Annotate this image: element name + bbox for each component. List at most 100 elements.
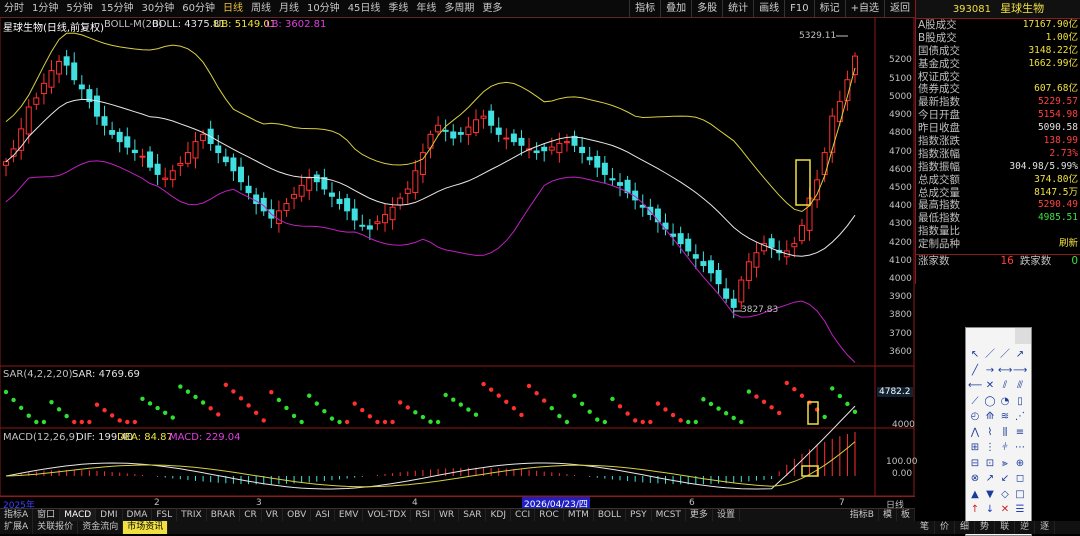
draw-tool-icon[interactable]: ◇ — [998, 488, 1012, 501]
period-2[interactable]: 5分钟 — [62, 0, 96, 17]
draw-tool-icon[interactable]: ✕ — [983, 379, 997, 392]
draw-tool-icon[interactable]: ⟋ — [968, 395, 982, 408]
period-14[interactable]: 更多 — [478, 0, 506, 17]
candle-body — [723, 288, 730, 299]
sar-dot — [526, 383, 532, 389]
sar-dot — [102, 407, 107, 413]
period-5[interactable]: 60分钟 — [178, 0, 219, 17]
period-6[interactable]: 日线 — [219, 0, 247, 17]
detail-tab-0[interactable]: 笔 — [915, 521, 936, 534]
toolbar-button-6[interactable]: 标记 — [813, 0, 845, 17]
draw-tool-icon[interactable]: □ — [1013, 488, 1027, 501]
draw-tool-icon[interactable]: ⟶ — [1013, 364, 1027, 377]
draw-tool-icon[interactable]: ▯ — [1013, 395, 1027, 408]
draw-tool-icon[interactable]: ☰ — [1013, 503, 1027, 516]
draw-tool-icon[interactable]: ╱ — [968, 364, 982, 377]
detail-tab-6[interactable]: 逐 — [1035, 521, 1056, 534]
draw-tool-icon[interactable]: ⋰ — [1013, 410, 1027, 423]
period-1[interactable]: 1分钟 — [28, 0, 62, 17]
period-7[interactable]: 周线 — [247, 0, 275, 17]
detail-tab-2[interactable]: 细 — [955, 521, 976, 534]
period-10[interactable]: 45日线 — [344, 0, 385, 17]
period-12[interactable]: 年线 — [412, 0, 440, 17]
draw-tool-icon[interactable]: ／ — [998, 348, 1012, 361]
draw-tool-icon[interactable]: ↖ — [968, 348, 982, 361]
bottom-tab-3[interactable]: 市场资讯 — [123, 521, 169, 534]
toolbar-button-1[interactable]: 叠加 — [660, 0, 691, 17]
bottom-tab-2[interactable]: 资金流向 — [78, 521, 124, 534]
period-3[interactable]: 15分钟 — [97, 0, 138, 17]
draw-tool-icon[interactable]: ⋮ — [983, 441, 997, 454]
draw-tool-icon[interactable]: ↗ — [1013, 348, 1027, 361]
quote-row: 今日开盘 5154.98 — [916, 109, 1080, 122]
draw-tool-icon[interactable]: ≋ — [998, 410, 1012, 423]
toolbar-button-0[interactable]: 指标 — [629, 0, 660, 17]
draw-tool-icon[interactable]: ↑ — [968, 503, 982, 516]
toolbar-button-7[interactable]: +自选 — [844, 0, 884, 17]
candle-body — [3, 161, 9, 166]
period-11[interactable]: 季线 — [384, 0, 412, 17]
draw-tool-icon[interactable]: ⫽ — [998, 379, 1012, 392]
draw-tool-icon[interactable]: ⊟ — [968, 457, 982, 470]
toolbar-button-8[interactable]: 返回 — [884, 0, 915, 17]
draw-tool-icon[interactable]: ▲ — [968, 488, 982, 501]
sar-dot — [519, 412, 524, 418]
toolbar-button-4[interactable]: 画线 — [753, 0, 784, 17]
period-0[interactable]: 分时 — [0, 0, 28, 17]
draw-tool-icon[interactable]: ⋯ — [1013, 441, 1027, 454]
draw-tool-icon[interactable]: ⟵ — [968, 379, 982, 392]
draw-tool-icon[interactable]: ⫻ — [1013, 379, 1027, 392]
draw-tool-icon[interactable]: ⟷ — [998, 364, 1012, 377]
draw-tool-icon[interactable]: ⫩ — [998, 441, 1012, 454]
candle-body — [184, 152, 191, 164]
bottom-tab-1[interactable]: 关联报价 — [33, 521, 79, 534]
quote-value: 4985.51 — [1037, 212, 1078, 224]
quote-key: 今日开盘 — [918, 109, 960, 122]
draw-tool-icon[interactable]: ▼ — [983, 488, 997, 501]
detail-tab-4[interactable]: 联 — [995, 521, 1016, 534]
draw-tool-icon[interactable]: ⊡ — [983, 457, 997, 470]
palette-close-icon[interactable] — [1015, 328, 1031, 344]
draw-tool-icon[interactable]: ⌇ — [983, 426, 997, 439]
detail-tab-5[interactable]: 逆 — [1015, 521, 1036, 534]
period-9[interactable]: 10分钟 — [303, 0, 344, 17]
period-8[interactable]: 月线 — [275, 0, 303, 17]
draw-tool-icon[interactable]: ◔ — [998, 395, 1012, 408]
quote-row: 国债成交 3148.22亿 — [916, 45, 1080, 58]
draw-tool-icon[interactable]: ↗ — [983, 472, 997, 485]
detail-tab-1[interactable]: 价 — [935, 521, 956, 534]
draw-tool-icon[interactable]: ◻ — [1013, 472, 1027, 485]
toolbar-button-5[interactable]: F10 — [784, 0, 813, 17]
period-13[interactable]: 多周期 — [440, 0, 478, 17]
quote-row: 最新指数 5229.57 — [916, 96, 1080, 109]
candle-body — [230, 157, 237, 172]
draw-tool-icon[interactable]: ⟰ — [983, 410, 997, 423]
sar-dot — [337, 419, 342, 425]
draw-tool-icon[interactable]: → — [983, 364, 997, 377]
draw-tool-icon[interactable]: ↙ — [998, 472, 1012, 485]
y-tick-5100: 5100 — [889, 73, 912, 84]
sar-dot — [693, 419, 699, 425]
quote-value: 5290.49 — [1037, 199, 1078, 211]
draw-tool-icon[interactable]: ≡ — [1013, 426, 1027, 439]
draw-tool-icon[interactable]: ⊞ — [968, 441, 982, 454]
bottom-tab-0[interactable]: 扩展A — [0, 521, 34, 534]
draw-tool-icon[interactable]: ◯ — [983, 395, 997, 408]
draw-tool-icon[interactable]: ✕ — [998, 503, 1012, 516]
draw-tool-icon[interactable]: ↓ — [983, 503, 997, 516]
draw-tool-icon[interactable]: ◴ — [968, 410, 982, 423]
detail-tab-3[interactable]: 势 — [975, 521, 996, 534]
x-label-2: 2 — [154, 498, 160, 508]
draw-tool-icon[interactable]: ⊕ — [1013, 457, 1027, 470]
period-4[interactable]: 30分钟 — [137, 0, 178, 17]
draw-tool-icon[interactable]: ／ — [983, 348, 997, 361]
sar-dot — [79, 419, 85, 425]
draw-tool-icon[interactable]: ⫸ — [998, 457, 1012, 470]
quote-value: 5229.57 — [1037, 96, 1078, 108]
draw-tool-icon[interactable]: ⋀ — [968, 426, 982, 439]
draw-tool-icon[interactable]: ⊗ — [968, 472, 982, 485]
toolbar-button-3[interactable]: 统计 — [722, 0, 753, 17]
draw-tool-icon[interactable]: ⫼ — [998, 426, 1012, 439]
toolbar-button-2[interactable]: 多股 — [691, 0, 722, 17]
x-label-3: 3 — [256, 498, 262, 508]
